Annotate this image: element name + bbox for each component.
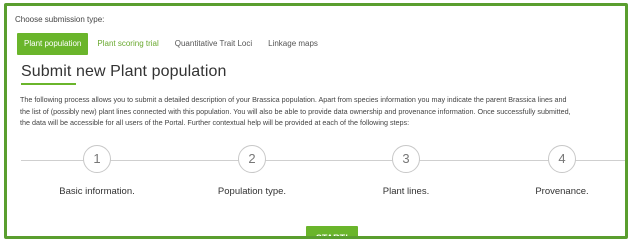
start-button[interactable]: START!: [306, 226, 358, 236]
submission-panel: Choose submission type: Plant population…: [4, 3, 628, 239]
tab-linkage-maps[interactable]: Linkage maps: [261, 33, 325, 55]
step-1-label: Basic information.: [59, 186, 135, 197]
submission-type-tabs: Plant population Plant scoring trial Qua…: [17, 33, 327, 55]
step-4-label: Provenance.: [535, 186, 589, 197]
step-2-circle: 2: [238, 145, 266, 173]
step-4-circle: 4: [548, 145, 576, 173]
step-2-label: Population type.: [217, 186, 287, 197]
choose-submission-type-label: Choose submission type:: [15, 15, 105, 24]
title-underline: [21, 83, 76, 85]
description-line: the list of (possibly new) plant lines c…: [20, 106, 571, 116]
tab-plant-scoring-trial[interactable]: Plant scoring trial: [90, 33, 165, 55]
description-line: the data will be accessible for all user…: [20, 118, 410, 127]
step-3-circle: 3: [392, 145, 420, 173]
description: The following process allows you to subm…: [20, 94, 625, 129]
tab-quantitative-trait-loci[interactable]: Quantitative Trait Loci: [168, 33, 259, 55]
step-1-circle: 1: [83, 145, 111, 173]
step-3-label: Plant lines.: [382, 186, 430, 197]
steps-progress-line: [21, 160, 625, 161]
page-title: Submit new Plant population: [21, 63, 227, 80]
tab-plant-population[interactable]: Plant population: [17, 33, 89, 55]
description-line: The following process allows you to subm…: [20, 95, 567, 104]
